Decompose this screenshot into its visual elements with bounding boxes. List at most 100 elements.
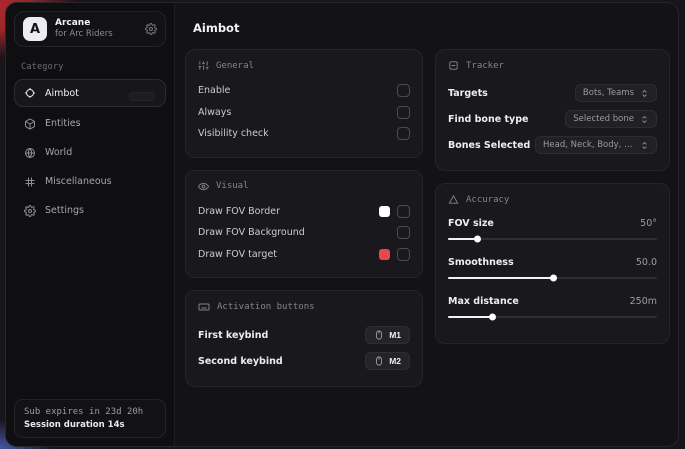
sidebar-item-label: Aimbot <box>45 88 79 99</box>
second-keybind-button[interactable]: M2 <box>365 352 410 370</box>
tracker-card: Tracker Targets Bots, Teams <box>435 49 670 171</box>
slider-fill <box>448 316 492 318</box>
visual-card: Visual Draw FOV Border Draw FOV Backgrou… <box>185 170 423 279</box>
setting-label: Draw FOV Background <box>198 227 305 238</box>
draw-fov-target-checkbox[interactable] <box>397 248 410 261</box>
accuracy-card: Accuracy FOV size 50° <box>435 183 670 344</box>
setting-label: Bones Selected <box>448 140 530 151</box>
targets-select[interactable]: Bots, Teams <box>575 84 657 102</box>
app-subtitle: for Arc Riders <box>55 29 113 40</box>
sidebar-item-miscellaneous[interactable]: Miscellaneous <box>14 168 166 195</box>
general-card-header: General <box>198 60 410 71</box>
selected-value: Head, Neck, Body, Pe... <box>543 140 634 150</box>
slider-value: 250m <box>630 296 657 307</box>
chevrons-up-down-icon <box>640 115 649 124</box>
app-name: Arcane <box>55 18 113 30</box>
sidebar: A Arcane for Arc Riders Category Aimbot <box>6 3 175 446</box>
setting-row-find-bone-type: Find bone type Selected bone <box>448 106 657 132</box>
card-title: Tracker <box>466 61 504 71</box>
fov-target-color-swatch[interactable] <box>379 249 390 260</box>
setting-row-draw-fov-background: Draw FOV Background <box>198 222 410 244</box>
keybind-value: M2 <box>389 356 401 366</box>
sub-expiry-text: Sub expires in 23d 20h <box>24 407 156 417</box>
sidebar-item-label: World <box>45 147 72 158</box>
category-label: Category <box>21 62 160 72</box>
setting-label: Max distance <box>448 296 519 307</box>
always-checkbox[interactable] <box>397 106 410 119</box>
fov-size-slider[interactable] <box>448 238 657 240</box>
setting-row-draw-fov-target: Draw FOV target <box>198 244 410 266</box>
app-title-block: Arcane for Arc Riders <box>55 18 113 41</box>
setting-label: Always <box>198 107 231 118</box>
keybind-value: M1 <box>389 330 401 340</box>
fov-border-color-swatch[interactable] <box>379 206 390 217</box>
visibility-check-checkbox[interactable] <box>397 127 410 140</box>
slider-value: 50.0 <box>636 257 657 268</box>
enable-checkbox[interactable] <box>397 84 410 97</box>
setting-row-always: Always <box>198 102 410 124</box>
sidebar-item-entities[interactable]: Entities <box>14 110 166 137</box>
setting-row-second-keybind: Second keybind M2 <box>198 348 410 374</box>
app-header-card: A Arcane for Arc Riders <box>14 11 166 47</box>
setting-label: Targets <box>448 88 488 99</box>
fov-size-setting: FOV size 50° <box>448 214 657 240</box>
mouse-icon <box>374 356 384 366</box>
setting-label: Smoothness <box>448 257 514 268</box>
gear-icon[interactable] <box>145 23 157 35</box>
sliders-icon <box>198 60 209 71</box>
globe-icon <box>24 147 36 159</box>
first-keybind-button[interactable]: M1 <box>365 326 410 344</box>
accuracy-card-header: Accuracy <box>448 194 657 205</box>
setting-label: Find bone type <box>448 114 528 125</box>
smoothness-setting: Smoothness 50.0 <box>448 253 657 279</box>
sidebar-item-aimbot[interactable]: Aimbot <box>14 79 166 107</box>
setting-label: Second keybind <box>198 356 283 367</box>
chevrons-up-down-icon <box>640 89 649 98</box>
max-distance-setting: Max distance 250m <box>448 292 657 318</box>
entities-icon <box>24 118 36 130</box>
activation-card-header: Activation buttons <box>198 301 410 313</box>
sidebar-item-label: Miscellaneous <box>45 176 112 187</box>
activation-buttons-card: Activation buttons First keybind M1 <box>185 290 423 387</box>
sidebar-item-label: Entities <box>45 118 81 129</box>
chevrons-up-down-icon <box>640 141 649 150</box>
slider-thumb[interactable] <box>474 236 481 243</box>
app-window: A Arcane for Arc Riders Category Aimbot <box>5 2 679 447</box>
slider-thumb[interactable] <box>489 314 496 321</box>
setting-label: First keybind <box>198 330 268 341</box>
setting-row-enable: Enable <box>198 80 410 102</box>
card-title: Activation buttons <box>217 302 315 312</box>
slider-fill <box>448 277 553 279</box>
mouse-icon <box>374 330 384 340</box>
scan-icon <box>448 60 459 71</box>
slider-value: 50° <box>640 218 657 229</box>
draw-fov-border-checkbox[interactable] <box>397 205 410 218</box>
draw-fov-background-checkbox[interactable] <box>397 226 410 239</box>
visual-card-header: Visual <box>198 181 410 192</box>
find-bone-type-select[interactable]: Selected bone <box>565 110 657 128</box>
slider-thumb[interactable] <box>550 275 557 282</box>
setting-label: Visibility check <box>198 128 269 139</box>
card-title: Accuracy <box>466 195 509 205</box>
setting-row-draw-fov-border: Draw FOV Border <box>198 201 410 223</box>
tracker-card-header: Tracker <box>448 60 657 71</box>
main-panel: Aimbot General Enable <box>175 3 678 446</box>
setting-label: FOV size <box>448 218 494 229</box>
keyboard-icon <box>198 301 210 313</box>
hotkey-hint-pill <box>129 92 155 101</box>
sidebar-item-label: Settings <box>45 205 84 216</box>
setting-row-bones-selected: Bones Selected Head, Neck, Body, Pe... <box>448 132 657 158</box>
page-title: Aimbot <box>193 21 669 35</box>
card-title: General <box>216 61 254 71</box>
selected-value: Selected bone <box>573 114 634 124</box>
setting-row-targets: Targets Bots, Teams <box>448 80 657 106</box>
sidebar-item-world[interactable]: World <box>14 139 166 166</box>
bones-selected-select[interactable]: Head, Neck, Body, Pe... <box>535 136 657 154</box>
sidebar-item-settings[interactable]: Settings <box>14 197 166 224</box>
smoothness-slider[interactable] <box>448 277 657 279</box>
grid-icon <box>24 176 36 188</box>
max-distance-slider[interactable] <box>448 316 657 318</box>
eye-icon <box>198 181 209 192</box>
app-logo: A <box>23 17 47 41</box>
setting-row-first-keybind: First keybind M1 <box>198 322 410 348</box>
